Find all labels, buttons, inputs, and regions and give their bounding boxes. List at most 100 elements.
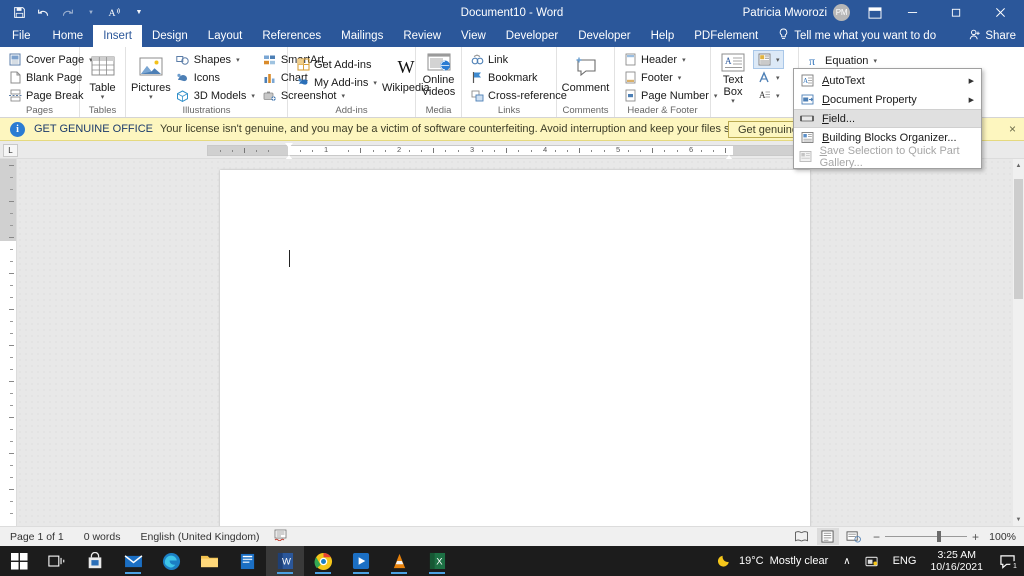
save-icon[interactable] xyxy=(8,3,30,23)
read-aloud-icon[interactable]: A xyxy=(104,3,126,23)
chevron-down-icon[interactable]: ▾ xyxy=(101,94,105,102)
minimize-button[interactable] xyxy=(890,0,934,25)
pictures-button[interactable]: Pictures ▾ xyxy=(131,50,171,102)
link-button[interactable]: Link xyxy=(467,51,570,68)
chevron-down-icon[interactable]: ▾ xyxy=(873,57,877,65)
proofing-errors-icon[interactable] xyxy=(270,529,291,544)
print-layout-icon[interactable] xyxy=(816,528,839,545)
tab-references[interactable]: References xyxy=(252,25,331,47)
menu-item-autotext[interactable]: A AutoText ▶ xyxy=(794,71,981,90)
ribbon-display-options-icon[interactable] xyxy=(860,0,890,25)
scroll-up-arrow[interactable]: ▲ xyxy=(1013,159,1024,172)
chevron-down-icon[interactable]: ▾ xyxy=(682,56,686,64)
icons-button[interactable]: Icons xyxy=(173,69,258,86)
excel-icon[interactable]: X xyxy=(418,546,456,576)
document-page[interactable] xyxy=(220,170,810,526)
tab-design[interactable]: Design xyxy=(142,25,198,47)
chevron-down-icon[interactable]: ▾ xyxy=(776,56,780,64)
start-icon[interactable] xyxy=(0,546,38,576)
ruler-track[interactable]: 1 2 3 4 5 6 xyxy=(207,143,814,160)
scroll-down-arrow[interactable]: ▼ xyxy=(1013,513,1024,526)
menu-item-field[interactable]: Field... xyxy=(794,109,981,128)
redo-icon[interactable] xyxy=(56,3,78,23)
read-mode-icon[interactable] xyxy=(791,528,813,545)
onedrive-icon[interactable] xyxy=(228,546,266,576)
tray-network-icon[interactable] xyxy=(858,546,886,576)
document-canvas[interactable] xyxy=(17,159,1024,526)
mail-icon[interactable] xyxy=(114,546,152,576)
scrollbar-thumb[interactable] xyxy=(1014,179,1023,299)
close-button[interactable] xyxy=(978,0,1022,25)
first-line-indent-marker[interactable] xyxy=(285,143,293,148)
task-view-icon[interactable] xyxy=(38,546,76,576)
tab-home[interactable]: Home xyxy=(43,25,94,47)
footer-button[interactable]: Footer ▾ xyxy=(620,69,720,86)
tab-developer-2[interactable]: Developer xyxy=(568,25,640,47)
file-explorer-icon[interactable] xyxy=(190,546,228,576)
share-button[interactable]: Share xyxy=(969,25,1016,47)
media-player-icon[interactable] xyxy=(342,546,380,576)
drop-cap-button[interactable]: A ▾ xyxy=(754,87,783,104)
zoom-level[interactable]: 100% xyxy=(984,531,1016,543)
zoom-track[interactable] xyxy=(884,531,967,542)
word-icon[interactable]: W xyxy=(266,546,304,576)
close-icon[interactable]: × xyxy=(1009,122,1016,136)
avatar[interactable]: PM xyxy=(833,4,850,21)
microsoft-edge-icon[interactable] xyxy=(152,546,190,576)
text-box-button[interactable]: A Text Box ▾ xyxy=(716,50,750,106)
vertical-ruler[interactable] xyxy=(0,159,17,526)
menu-item-document-property[interactable]: Document Property ▶ xyxy=(794,90,981,109)
header-button[interactable]: Header ▾ xyxy=(620,51,720,68)
page-count[interactable]: Page 1 of 1 xyxy=(0,531,74,543)
comment-button[interactable]: Comment xyxy=(562,50,609,94)
microsoft-store-icon[interactable] xyxy=(76,546,114,576)
shapes-button[interactable]: Shapes ▾ xyxy=(173,51,258,68)
customize-qat-icon[interactable]: ▼ xyxy=(128,3,150,23)
tab-insert[interactable]: Insert xyxy=(93,25,142,47)
vertical-scrollbar[interactable]: ▲ ▼ xyxy=(1013,159,1024,526)
tab-developer[interactable]: Developer xyxy=(496,25,568,47)
zoom-slider[interactable]: − + 100% xyxy=(873,530,1016,544)
chevron-down-icon[interactable]: ▾ xyxy=(251,92,255,100)
wordart-button[interactable]: ▾ xyxy=(754,69,783,86)
3d-models-button[interactable]: 3D Models ▾ xyxy=(173,87,258,104)
chevron-down-icon[interactable]: ▾ xyxy=(776,92,780,100)
customize-redo-caret-icon[interactable]: ▼ xyxy=(80,3,102,23)
chevron-down-icon[interactable]: ▾ xyxy=(776,74,780,82)
tab-layout[interactable]: Layout xyxy=(198,25,253,47)
clock[interactable]: 3:25 AM 10/16/2021 xyxy=(923,549,990,573)
undo-icon[interactable] xyxy=(32,3,54,23)
chevron-down-icon[interactable]: ▾ xyxy=(149,94,153,102)
bookmark-button[interactable]: Bookmark xyxy=(467,69,570,86)
zoom-in-button[interactable]: + xyxy=(972,530,979,544)
tab-help[interactable]: Help xyxy=(641,25,685,47)
zoom-thumb[interactable] xyxy=(936,531,941,542)
notification-center-icon[interactable]: 1 xyxy=(990,546,1024,576)
tab-view[interactable]: View xyxy=(451,25,496,47)
chevron-down-icon[interactable]: ▾ xyxy=(236,56,240,64)
chevron-down-icon[interactable]: ▾ xyxy=(678,74,682,82)
tell-me-search[interactable]: Tell me what you want to do xyxy=(778,25,936,47)
chrome-icon[interactable] xyxy=(304,546,342,576)
quick-parts-button[interactable]: ▾ xyxy=(753,50,784,69)
my-add-ins-button[interactable]: My Add-ins ▾ xyxy=(293,74,380,91)
equation-button[interactable]: π Equation ▾ xyxy=(804,52,880,69)
tab-file[interactable]: File xyxy=(0,25,43,47)
language-indicator[interactable]: ENG xyxy=(886,546,924,576)
zoom-out-button[interactable]: − xyxy=(873,530,880,544)
tab-stop-selector[interactable]: L xyxy=(3,144,18,157)
web-layout-icon[interactable] xyxy=(843,528,865,545)
get-add-ins-button[interactable]: Get Add-ins xyxy=(293,56,380,73)
weather-widget[interactable]: 19°C Mostly clear xyxy=(710,552,836,570)
restore-button[interactable] xyxy=(934,0,978,25)
table-button[interactable]: Table ▾ xyxy=(85,50,120,102)
chevron-down-icon[interactable]: ▾ xyxy=(731,98,735,106)
online-videos-button[interactable]: Online Videos xyxy=(421,50,456,98)
tab-review[interactable]: Review xyxy=(393,25,451,47)
tab-pdfelement[interactable]: PDFelement xyxy=(684,25,768,47)
language-indicator[interactable]: English (United Kingdom) xyxy=(130,531,269,543)
page-number-button[interactable]: Page Number ▾ xyxy=(620,87,720,104)
show-hidden-icons-button[interactable]: ∧ xyxy=(836,546,857,576)
vlc-icon[interactable] xyxy=(380,546,418,576)
cross-reference-button[interactable]: Cross-reference xyxy=(467,87,570,104)
